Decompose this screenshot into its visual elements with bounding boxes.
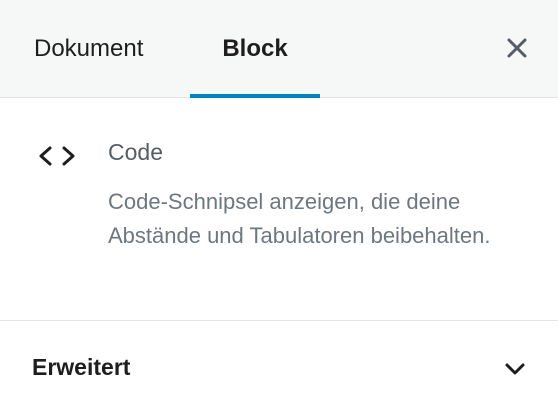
block-description: Code-Schnipsel anzeigen, die deine Abstä… [108, 189, 491, 248]
chevron-down-icon [505, 363, 525, 375]
active-tab-indicator [190, 94, 320, 98]
close-sidebar-button[interactable] [504, 35, 532, 63]
sidebar-tab-bar: Dokument Block [0, 0, 558, 98]
tab-block-label: Block [222, 35, 288, 62]
code-icon [39, 146, 75, 166]
tab-document-label: Dokument [34, 35, 144, 62]
block-card: Code Code-Schnipsel anzeigen, die deine … [0, 99, 558, 321]
advanced-panel-toggle[interactable]: Erweitert [0, 322, 558, 414]
advanced-panel-label: Erweitert [32, 354, 131, 380]
block-title: Code [108, 139, 163, 165]
block-settings-sidebar: Dokument Block Code Code-Schnipsel anzei… [0, 0, 558, 414]
tab-block[interactable]: Block [190, 0, 320, 98]
close-icon [507, 38, 527, 58]
tab-document[interactable]: Dokument [34, 0, 143, 98]
